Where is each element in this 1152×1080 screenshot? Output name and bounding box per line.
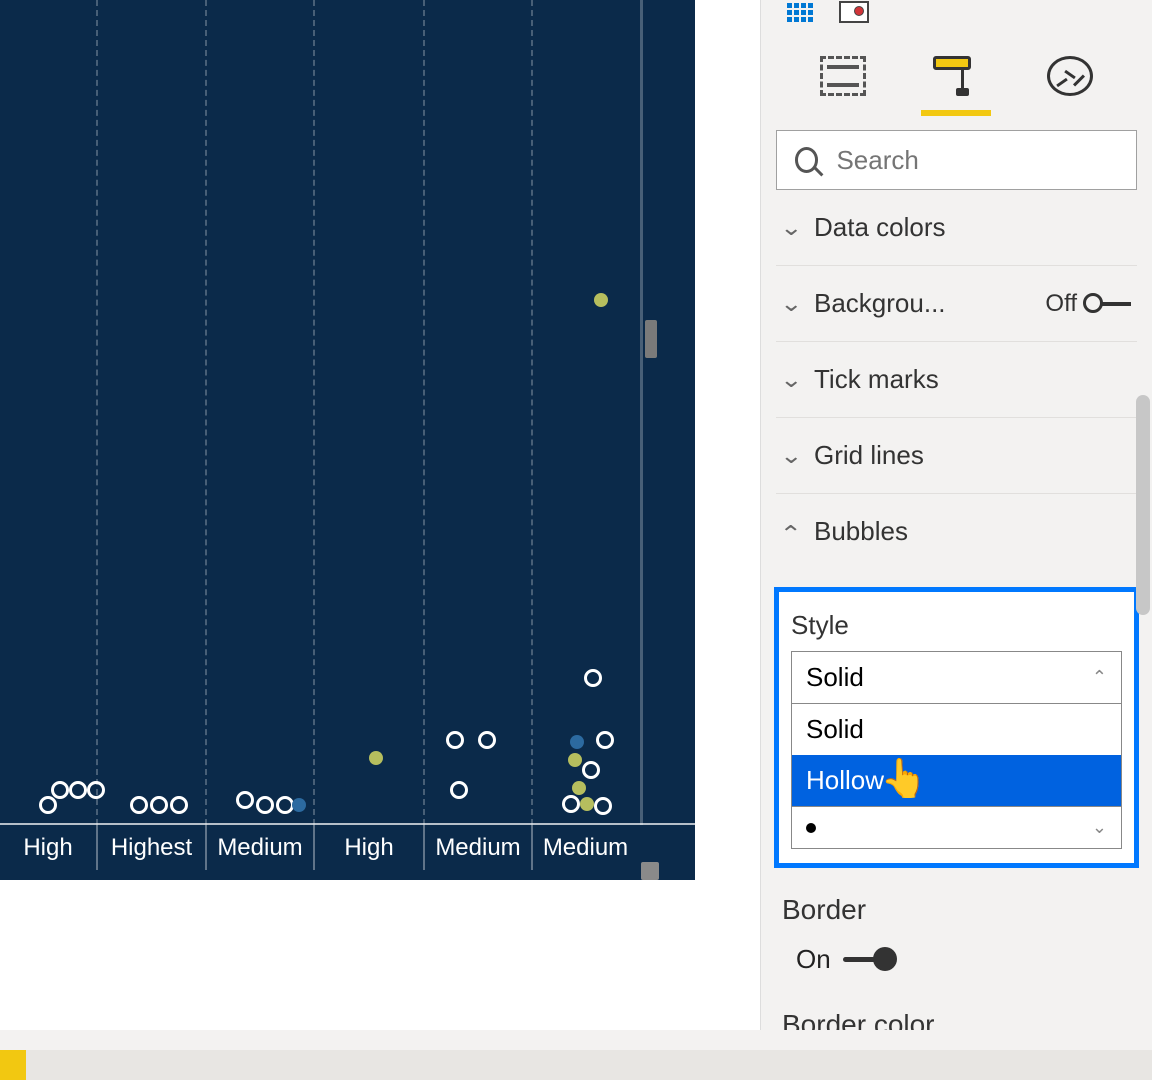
border-label: Border — [782, 894, 1131, 926]
section-label: Grid lines — [814, 440, 1131, 471]
data-point[interactable] — [570, 735, 584, 749]
data-point[interactable] — [256, 796, 274, 814]
toggle-label: On — [796, 944, 831, 975]
chevron-down-icon: ⌄ — [780, 443, 803, 469]
data-point[interactable] — [292, 798, 306, 812]
data-point[interactable] — [582, 761, 600, 779]
dropdown-option-hollow[interactable]: Hollow 👆 — [792, 755, 1121, 806]
x-label: Medium — [205, 825, 313, 870]
data-point[interactable] — [478, 731, 496, 749]
dropdown-option-solid[interactable]: Solid — [792, 704, 1121, 755]
x-label: Highest — [96, 825, 205, 870]
style-dropdown-block: Style Solid ⌃ Solid Hollow 👆 ⌄ — [774, 587, 1139, 868]
data-point[interactable] — [150, 796, 168, 814]
style-dropdown[interactable]: Solid ⌃ Solid Hollow 👆 ⌄ — [791, 651, 1122, 849]
chevron-up-icon: ⌄ — [780, 519, 803, 545]
resize-handle[interactable] — [645, 320, 657, 358]
data-point[interactable] — [69, 781, 87, 799]
x-axis-labels: HighHighestMediumHighMediumMedium — [0, 825, 695, 870]
x-label: Medium — [423, 825, 531, 870]
data-point[interactable] — [446, 731, 464, 749]
analytics-tab[interactable] — [1035, 56, 1105, 116]
bottom-bar — [0, 1050, 1152, 1080]
data-point[interactable] — [87, 781, 105, 799]
dropdown-selected[interactable]: Solid ⌃ — [792, 652, 1121, 704]
chevron-down-icon: ⌄ — [780, 367, 803, 393]
chevron-down-icon: ⌄ — [1092, 817, 1107, 838]
section-tick-marks[interactable]: ⌄ Tick marks — [776, 342, 1137, 418]
cursor-icon: 👆 — [880, 757, 927, 801]
x-label: Medium — [531, 825, 638, 870]
data-point[interactable] — [594, 293, 608, 307]
data-point[interactable] — [568, 753, 582, 767]
data-point[interactable] — [170, 796, 188, 814]
section-label: Bubbles — [814, 516, 1131, 547]
data-point[interactable] — [450, 781, 468, 799]
border-toggle[interactable]: On — [796, 944, 1131, 975]
section-label: Tick marks — [814, 364, 1131, 395]
data-point[interactable] — [596, 731, 614, 749]
data-point[interactable] — [584, 669, 602, 687]
toggle-label: Off — [1045, 290, 1077, 318]
section-bubbles[interactable]: ⌄ Bubbles — [776, 494, 1137, 569]
dot-icon — [806, 823, 816, 833]
section-label: Data colors — [814, 212, 1131, 243]
search-box[interactable] — [776, 130, 1137, 190]
background-toggle[interactable]: Off — [1045, 290, 1131, 318]
chart-area: HighHighestMediumHighMediumMedium — [0, 0, 760, 1030]
section-label: Backgrou... — [814, 288, 1031, 319]
search-input[interactable] — [836, 145, 1118, 176]
data-point[interactable] — [572, 781, 586, 795]
chevron-down-icon: ⌄ — [780, 215, 803, 241]
x-label: High — [313, 825, 423, 870]
dropdown-option-symbol[interactable]: ⌄ — [792, 806, 1121, 848]
data-point[interactable] — [562, 795, 580, 813]
data-point[interactable] — [594, 797, 612, 815]
data-point[interactable] — [51, 781, 69, 799]
border-color-label: Border color — [782, 1009, 1137, 1030]
search-icon — [795, 147, 818, 173]
section-background[interactable]: ⌄ Backgrou... Off — [776, 266, 1137, 342]
grid-view-icon[interactable] — [782, 0, 818, 24]
dropdown-selected-text: Solid — [806, 662, 864, 693]
chart-canvas[interactable]: HighHighestMediumHighMediumMedium — [0, 0, 695, 880]
section-data-colors[interactable]: ⌄ Data colors — [776, 190, 1137, 266]
data-point[interactable] — [130, 796, 148, 814]
style-label: Style — [791, 610, 1122, 641]
data-point[interactable] — [369, 751, 383, 765]
data-point[interactable] — [580, 797, 594, 811]
page-tab-indicator[interactable] — [0, 1050, 26, 1080]
data-point[interactable] — [236, 791, 254, 809]
section-grid-lines[interactable]: ⌄ Grid lines — [776, 418, 1137, 494]
panel-scrollbar[interactable] — [1136, 395, 1150, 615]
format-panel: ⌄ Data colors ⌄ Backgrou... Off ⌄ Tick m… — [760, 0, 1152, 1030]
data-point[interactable] — [39, 796, 57, 814]
x-label: High — [0, 825, 96, 870]
chevron-down-icon: ⌄ — [780, 291, 803, 317]
resize-handle-corner[interactable] — [641, 862, 659, 880]
format-tab[interactable] — [921, 56, 991, 116]
option-text: Hollow — [806, 765, 884, 795]
layers-icon[interactable] — [836, 0, 872, 24]
fields-tab[interactable] — [808, 56, 878, 116]
chevron-up-icon: ⌃ — [1092, 667, 1107, 688]
